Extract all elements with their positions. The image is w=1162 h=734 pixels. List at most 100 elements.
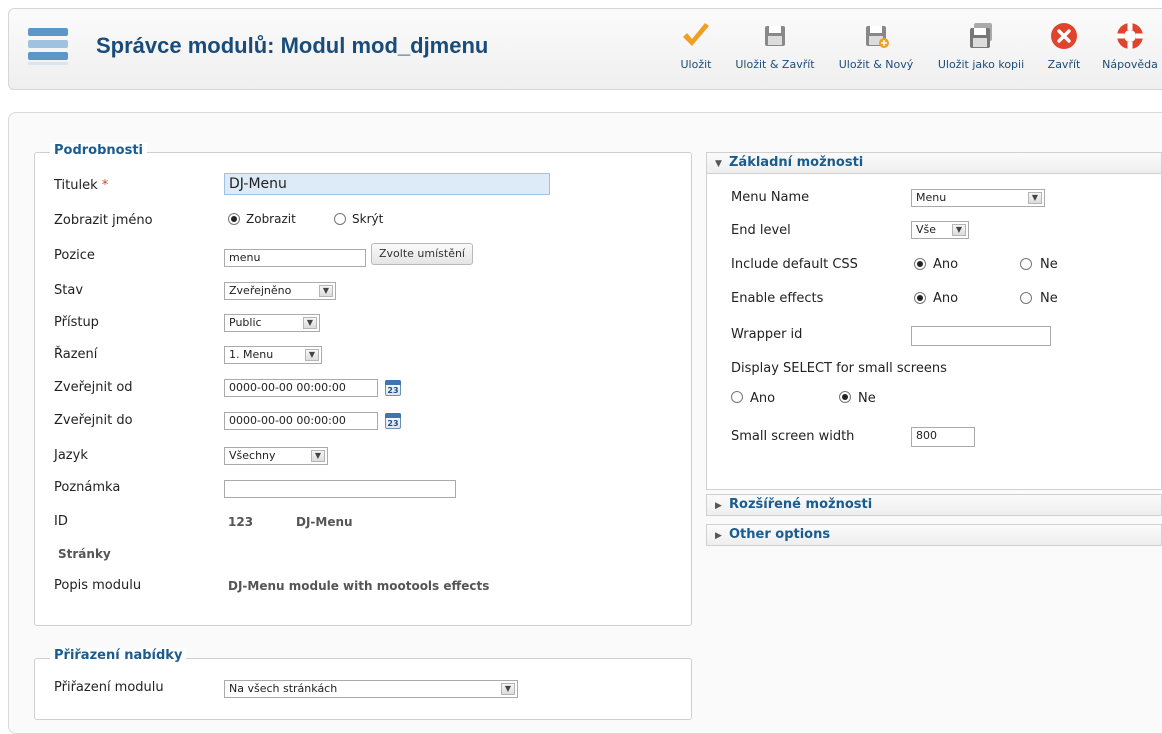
chevron-down-icon: ▼ [311,450,325,462]
language-select[interactable]: Všechny ▼ [224,447,328,465]
module-assignment-select[interactable]: Na všech stránkách ▼ [224,680,518,698]
save-new-button[interactable]: Uložit & Nový [834,20,918,71]
include-css-label: Include default CSS [731,257,858,272]
enable-effects-no-label: Ne [1040,291,1058,306]
show-name-label: Zobrazit jméno [54,213,153,228]
title-label-text: Titulek [54,178,98,193]
advanced-options-header[interactable]: ▶ Rozšířené možnosti [706,494,1162,516]
status-select[interactable]: Zveřejněno ▼ [224,282,336,300]
enable-effects-radio-yes[interactable] [914,292,926,304]
chevron-down-icon: ▼ [303,317,317,329]
save-button[interactable]: Uložit [676,20,716,71]
access-select[interactable]: Public ▼ [224,314,320,332]
close-label: Zavřít [1047,58,1081,71]
id-label: ID [54,514,68,529]
save-close-label: Uložit & Zavřít [735,58,815,71]
display-select-yes-label: Ano [750,391,776,406]
small-screen-width-input[interactable]: 800 [911,427,975,447]
other-options-header[interactable]: ▶ Other options [706,524,1162,546]
module-name-value: DJ-Menu [296,515,353,529]
hide-option-label: Skrýt [352,212,384,226]
menu-name-value: Menu [916,191,947,204]
menu-assignment-legend: Přiřazení nabídky [50,648,187,663]
language-label: Jazyk [54,448,88,463]
close-icon [1048,20,1080,52]
save-copy-label: Uložit jako kopii [937,58,1025,71]
description-value: DJ-Menu module with mootools effects [228,579,490,593]
save-close-icon [759,20,791,52]
required-mark: * [101,178,109,193]
end-level-label: End level [731,223,791,238]
description-label: Popis modulu [54,578,142,593]
menu-name-select[interactable]: Menu ▼ [911,189,1045,207]
module-assignment-label: Přiřazení modulu [54,680,164,695]
collapsed-triangle-icon: ▶ [715,531,722,541]
show-name-radio-hide[interactable] [334,213,346,225]
basic-options-header[interactable]: ▼ Základní možnosti [706,152,1162,174]
save-copy-icon [965,20,997,52]
wrapper-id-label: Wrapper id [731,327,803,342]
access-label: Přístup [54,315,99,330]
wrapper-id-input[interactable] [911,326,1051,346]
save-close-button[interactable]: Uložit & Zavřít [732,20,818,71]
display-select-label: Display SELECT for small screens [731,361,947,376]
module-assignment-value: Na všech stránkách [229,682,338,695]
include-css-yes-label: Ano [933,257,959,272]
basic-options-title: Základní možnosti [729,155,864,170]
details-legend: Podrobnosti [50,143,148,158]
access-value: Public [229,316,262,329]
chevron-down-icon: ▼ [305,349,319,361]
close-button[interactable]: Zavřít [1042,20,1086,71]
save-label: Uložit [680,58,712,71]
include-css-radio-yes[interactable] [914,258,926,270]
calendar-icon[interactable]: 23 [385,413,401,429]
id-value: 123 [228,515,254,529]
include-css-radio-no[interactable] [1020,258,1032,270]
ordering-select[interactable]: 1. Menu ▼ [224,346,322,364]
position-input[interactable]: menu [224,249,366,267]
language-value: Všechny [229,449,276,462]
save-new-icon [860,20,892,52]
ordering-label: Řazení [54,347,98,362]
include-css-no-label: Ne [1040,257,1058,272]
status-value: Zveřejněno [229,284,292,297]
status-label: Stav [54,283,84,298]
page-title: Správce modulů: Modul mod_djmenu [96,33,489,58]
help-button[interactable]: Nápověda [1100,20,1160,71]
expanded-triangle-icon: ▼ [715,159,722,169]
display-select-no-label: Ne [858,391,876,406]
show-option-label: Zobrazit [246,212,296,226]
save-copy-button[interactable]: Uložit jako kopii [932,20,1030,71]
checkmark-icon [680,20,712,52]
display-select-radio-no[interactable] [839,391,851,403]
publish-down-input[interactable]: 0000-00-00 00:00:00 [224,412,378,430]
help-label: Nápověda [1102,58,1158,71]
other-options-title: Other options [729,527,831,542]
calendar-icon[interactable]: 23 [385,380,401,396]
chevron-down-icon: ▼ [952,224,966,236]
small-screen-width-label: Small screen width [731,429,855,444]
chevron-down-icon: ▼ [319,285,333,297]
module-manager-icon [27,26,69,66]
chevron-down-icon: ▼ [1028,192,1042,204]
ordering-value: 1. Menu [229,348,274,361]
publish-up-input[interactable]: 0000-00-00 00:00:00 [224,379,378,397]
end-level-value: Vše [916,223,937,236]
choose-position-button[interactable]: Zvolte umístění [371,243,473,265]
help-icon [1114,20,1146,52]
display-select-radio-yes[interactable] [731,391,743,403]
end-level-select[interactable]: Vše ▼ [911,221,969,239]
title-label: Titulek * [54,178,108,193]
show-name-radio-show[interactable] [228,213,240,225]
save-new-label: Uložit & Nový [838,58,914,71]
collapsed-triangle-icon: ▶ [715,501,722,511]
note-label: Poznámka [54,480,121,495]
enable-effects-radio-no[interactable] [1020,292,1032,304]
position-label: Pozice [54,248,95,263]
publish-down-label: Zveřejnit do [54,413,133,428]
title-input[interactable]: DJ-Menu [224,173,550,195]
note-input[interactable] [224,480,456,498]
advanced-options-title: Rozšířené možnosti [729,497,873,512]
enable-effects-yes-label: Ano [933,291,959,306]
publish-up-label: Zveřejnit od [54,380,133,395]
